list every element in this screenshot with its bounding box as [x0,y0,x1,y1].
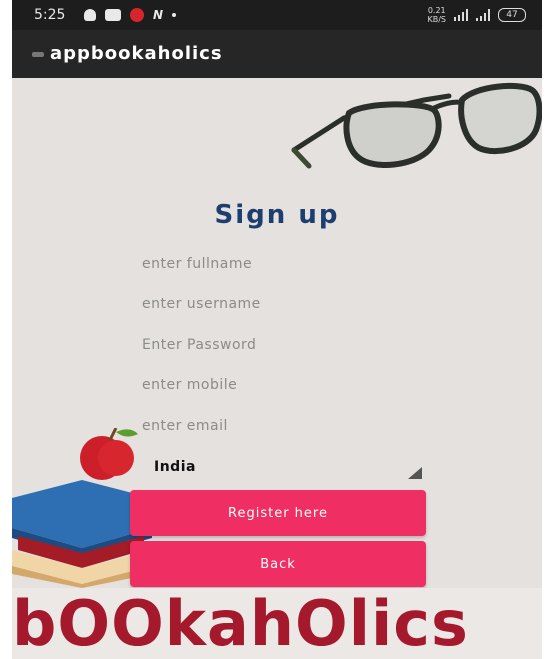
register-button[interactable]: Register here [130,490,426,536]
battery-icon: 47 [498,8,526,22]
username-field[interactable] [142,290,432,318]
net-speed: 0.21 KB/S [427,6,446,24]
back-button[interactable]: Back [130,541,426,587]
app-title: appbookaholics [50,43,223,64]
glasses-image [291,82,542,169]
dot-icon [172,13,177,17]
email-field[interactable] [142,412,432,440]
snapchat-icon [84,9,96,21]
notification-icons: N [84,8,177,22]
country-select[interactable]: India [152,455,422,481]
app-bar: appbookaholics [12,30,542,78]
mobile-field[interactable] [142,371,432,399]
phone-screen: 5:25 N 0.21 KB/S 47 appbookaholics Sign … [12,0,542,659]
password-field[interactable] [142,331,432,359]
dropdown-arrow-icon [408,467,422,479]
youtube-icon [105,9,121,21]
signal-icon [454,9,468,21]
page-title: Sign up [214,200,340,230]
status-time: 5:25 [34,7,66,23]
app-logo-icon [32,52,44,57]
signal-icon-2 [476,9,490,21]
jio-icon [130,8,144,22]
status-right: 0.21 KB/S 47 [427,6,526,24]
country-value: India [154,459,196,475]
brand-logo: bOOkahOlics [12,588,542,659]
n-icon: N [153,8,164,22]
fullname-field[interactable] [142,250,432,278]
status-bar: 5:25 N 0.21 KB/S 47 [12,0,542,30]
